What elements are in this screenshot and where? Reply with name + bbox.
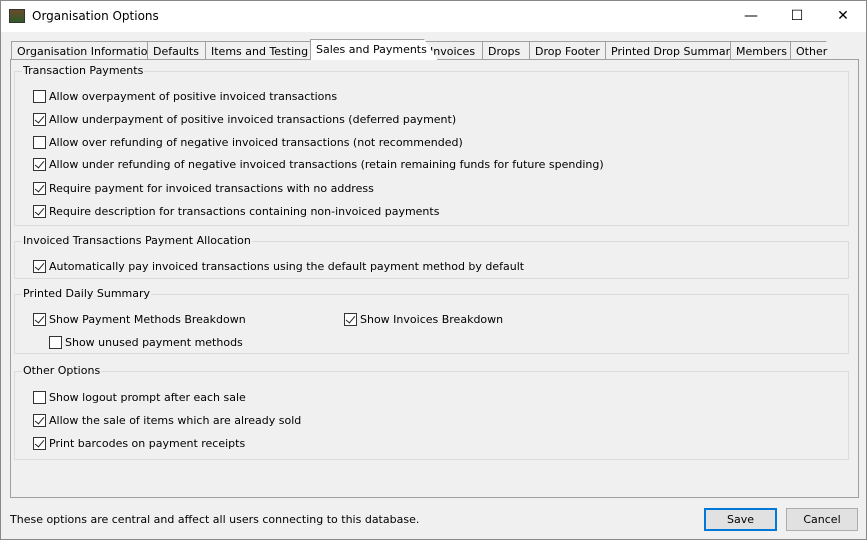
checkbox-transaction-payments[interactable]: Require payment for invoiced transaction… <box>33 180 374 196</box>
checkbox-label: Allow underpayment of positive invoiced … <box>49 112 457 126</box>
checkbox-other[interactable]: Allow the sale of items which are alread… <box>33 412 301 428</box>
close-button[interactable]: ✕ <box>820 1 866 32</box>
tab-printed-drop-summary[interactable]: Printed Drop Summary <box>605 41 744 60</box>
title-bar: Organisation Options — ☐ ✕ <box>1 1 866 32</box>
checkbox-checked-icon[interactable] <box>33 157 46 171</box>
checkbox-allocation[interactable]: Automatically pay invoiced transactions … <box>33 258 524 274</box>
checkbox-checked-icon[interactable] <box>33 259 46 273</box>
checkbox-label: Automatically pay invoiced transactions … <box>49 259 525 273</box>
app-icon <box>9 9 25 23</box>
checkbox-label: Show Invoices Breakdown <box>360 312 504 326</box>
maximize-button[interactable]: ☐ <box>774 1 820 32</box>
checkbox-transaction-payments[interactable]: Require description for transactions con… <box>33 203 439 219</box>
checkbox-other[interactable]: Show logout prompt after each sale <box>33 389 246 405</box>
checkbox-label: Require payment for invoiced transaction… <box>49 181 374 195</box>
checkbox-label: Allow over refunding of negative invoice… <box>49 135 463 149</box>
checkbox-unchecked-icon[interactable] <box>33 89 46 103</box>
checkbox-unchecked-icon[interactable] <box>33 390 46 404</box>
checkbox-label: Allow the sale of items which are alread… <box>49 413 302 427</box>
save-button[interactable]: Save <box>704 508 777 531</box>
checkbox-checked-icon[interactable] <box>33 204 46 218</box>
checkbox-label: Require description for transactions con… <box>49 204 440 218</box>
tab-other[interactable]: Other <box>790 41 840 60</box>
checkbox-checked-icon[interactable] <box>33 413 46 427</box>
cancel-button[interactable]: Cancel <box>786 508 858 531</box>
group-title: Other Options <box>22 364 102 377</box>
footer-note: These options are central and affect all… <box>10 513 420 526</box>
minimize-button[interactable]: — <box>728 1 774 32</box>
checkbox-daily-summary[interactable]: Show unused payment methods <box>49 334 243 350</box>
checkbox-label: Allow under refunding of negative invoic… <box>49 157 604 171</box>
checkbox-transaction-payments[interactable]: Allow underpayment of positive invoiced … <box>33 111 456 127</box>
checkbox-checked-icon[interactable] <box>33 112 46 126</box>
checkbox-label: Show Payment Methods Breakdown <box>49 312 246 326</box>
checkbox-transaction-payments[interactable]: Allow under refunding of negative invoic… <box>33 156 604 172</box>
checkbox-checked-icon[interactable] <box>344 312 357 326</box>
checkbox-label: Show logout prompt after each sale <box>49 390 246 404</box>
checkbox-label: Allow overpayment of positive invoiced t… <box>49 89 338 103</box>
group-title: Invoiced Transactions Payment Allocation <box>22 234 252 247</box>
organisation-options-window: Organisation Options — ☐ ✕ Organisation … <box>0 0 867 540</box>
checkbox-transaction-payments[interactable]: Allow over refunding of negative invoice… <box>33 134 463 150</box>
checkbox-daily-summary[interactable]: Show Payment Methods Breakdown <box>33 311 246 327</box>
group-title: Printed Daily Summary <box>22 287 152 300</box>
checkbox-label: Show unused payment methods <box>65 335 243 349</box>
checkbox-transaction-payments[interactable]: Allow overpayment of positive invoiced t… <box>33 88 337 104</box>
group-title: Transaction Payments <box>22 64 145 77</box>
checkbox-unchecked-icon[interactable] <box>49 335 62 349</box>
checkbox-checked-icon[interactable] <box>33 436 46 450</box>
checkbox-unchecked-icon[interactable] <box>33 135 46 149</box>
checkbox-other[interactable]: Print barcodes on payment receipts <box>33 435 245 451</box>
checkbox-daily-summary[interactable]: Show Invoices Breakdown <box>344 311 503 327</box>
tab-sales-and-payments[interactable]: Sales and Payments <box>310 39 438 60</box>
tab-items-and-testing[interactable]: Items and Testing <box>205 41 325 60</box>
checkbox-label: Print barcodes on payment receipts <box>49 436 246 450</box>
tab-organisation-information[interactable]: Organisation Information <box>11 41 161 60</box>
checkbox-checked-icon[interactable] <box>33 312 46 326</box>
checkbox-checked-icon[interactable] <box>33 181 46 195</box>
window-title: Organisation Options <box>32 9 159 23</box>
